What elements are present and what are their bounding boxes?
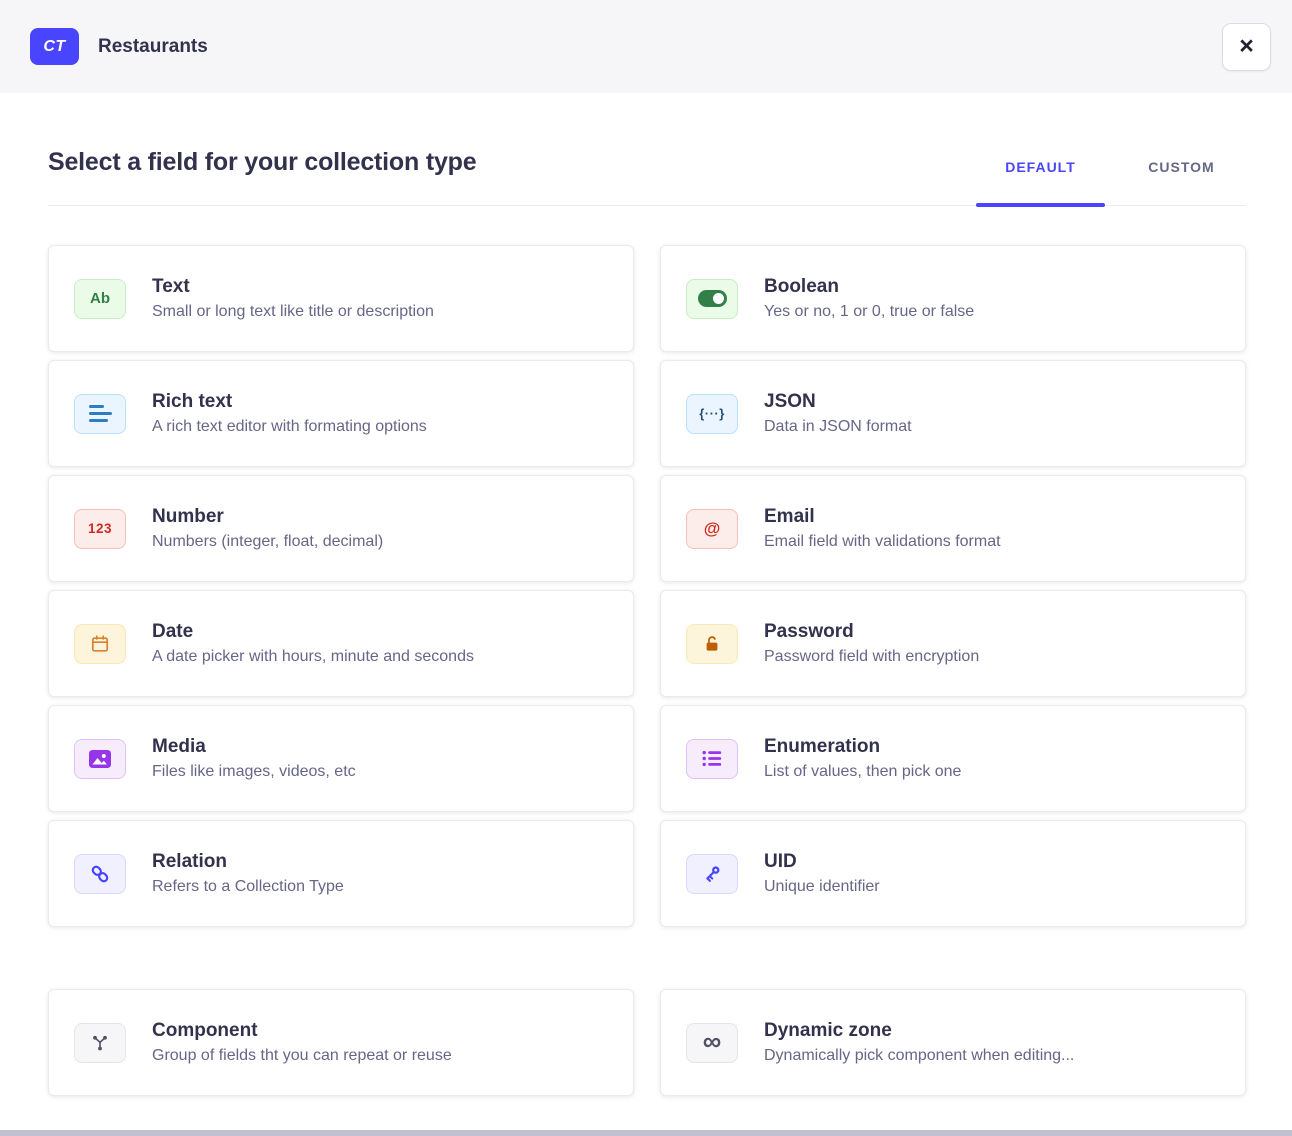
field-card-text: Email Email field with validations format	[764, 507, 1001, 551]
field-title: Relation	[152, 852, 344, 872]
email-at-icon: @	[704, 520, 721, 537]
field-card-text: Enumeration List of values, then pick one	[764, 737, 961, 781]
field-card-boolean[interactable]: Boolean Yes or no, 1 or 0, true or false	[660, 245, 1246, 352]
field-title: Rich text	[152, 392, 427, 412]
field-description: Group of fields tht you can repeat or re…	[152, 1046, 452, 1065]
field-description: Numbers (integer, float, decimal)	[152, 532, 383, 551]
title-row: Select a field for your collection type …	[48, 93, 1246, 177]
component-nodes-icon	[90, 1033, 110, 1053]
field-card-text: UID Unique identifier	[764, 852, 880, 896]
field-description: Dynamically pick component when editing.…	[764, 1046, 1074, 1065]
rich-text-lines-icon	[89, 405, 112, 422]
boolean-icon-box	[686, 279, 738, 319]
field-card-media[interactable]: Media Files like images, videos, etc	[48, 705, 634, 812]
field-card-relation[interactable]: Relation Refers to a Collection Type	[48, 820, 634, 927]
field-card-email[interactable]: @ Email Email field with validations forma…	[660, 475, 1246, 582]
tab-default[interactable]: DEFAULT	[976, 159, 1105, 177]
field-card-text: Number Numbers (integer, float, decimal)	[152, 507, 383, 551]
email-icon-box: @	[686, 509, 738, 549]
field-card-password[interactable]: Password Password field with encryption	[660, 590, 1246, 697]
bullet-list-icon	[702, 750, 722, 767]
field-title: Number	[152, 507, 383, 527]
field-title: Media	[152, 737, 356, 757]
field-description: Email field with validations format	[764, 532, 1001, 551]
collection-type-badge: CT	[30, 28, 79, 65]
date-icon-box	[74, 624, 126, 664]
field-card-text: Password Password field with encryption	[764, 622, 979, 666]
close-icon: ×	[1239, 34, 1254, 59]
dynamic-zone-icon-box: ∞	[686, 1023, 738, 1063]
calendar-icon	[90, 634, 110, 654]
rich-text-icon-box	[74, 394, 126, 434]
chain-link-icon	[88, 862, 112, 886]
toggle-on-icon	[698, 290, 727, 307]
uid-icon-box	[686, 854, 738, 894]
field-description: Files like images, videos, etc	[152, 762, 356, 781]
page-title: Select a field for your collection type	[48, 148, 476, 177]
number-icon-box: 123	[74, 509, 126, 549]
key-icon	[701, 863, 723, 885]
close-button[interactable]: ×	[1222, 23, 1271, 71]
infinity-icon: ∞	[703, 1031, 722, 1054]
field-title: Dynamic zone	[764, 1021, 1074, 1041]
lock-icon	[702, 634, 722, 654]
field-description: Password field with encryption	[764, 647, 979, 666]
tab-custom[interactable]: CUSTOM	[1117, 159, 1246, 177]
modal-header: CT Restaurants ×	[0, 0, 1292, 93]
picture-icon	[89, 750, 111, 768]
field-card-text: Boolean Yes or no, 1 or 0, true or false	[764, 277, 974, 321]
field-description: A rich text editor with formating option…	[152, 417, 427, 436]
default-fields-grid: Ab Text Small or long text like title or d…	[48, 245, 1246, 927]
field-card-text: Relation Refers to a Collection Type	[152, 852, 344, 896]
field-description: Refers to a Collection Type	[152, 877, 344, 896]
collection-type-badge-label: CT	[43, 38, 65, 56]
field-title: Email	[764, 507, 1001, 527]
field-card-number[interactable]: 123 Number Numbers (integer, float, decima…	[48, 475, 634, 582]
field-title: Enumeration	[764, 737, 961, 757]
field-description: Yes or no, 1 or 0, true or false	[764, 302, 974, 321]
json-icon-box: {···}	[686, 394, 738, 434]
horizontal-scrollbar[interactable]	[0, 1130, 1292, 1136]
field-card-text: Media Files like images, videos, etc	[152, 737, 356, 781]
modal-body: Select a field for your collection type …	[0, 93, 1292, 1096]
field-description: Unique identifier	[764, 877, 880, 896]
text-icon-box: Ab	[74, 279, 126, 319]
number-123-icon: 123	[88, 522, 112, 536]
field-title: UID	[764, 852, 880, 872]
field-card-text: Text Small or long text like title or des…	[152, 277, 434, 321]
field-card-date[interactable]: Date A date picker with hours, minute and…	[48, 590, 634, 697]
collection-title: Restaurants	[98, 36, 208, 58]
field-card-rich-text[interactable]: Rich text A rich text editor with formati…	[48, 360, 634, 467]
media-icon-box	[74, 739, 126, 779]
field-title: Component	[152, 1021, 452, 1041]
field-title: Text	[152, 277, 434, 297]
advanced-fields-grid: Component Group of fields tht you can rep…	[48, 989, 1246, 1096]
component-icon-box	[74, 1023, 126, 1063]
tabs: DEFAULT CUSTOM	[976, 159, 1246, 177]
enumeration-icon-box	[686, 739, 738, 779]
field-card-text: Rich text A rich text editor with formati…	[152, 392, 427, 436]
field-card-text: Component Group of fields tht you can rep…	[152, 1021, 452, 1065]
field-description: Small or long text like title or descrip…	[152, 302, 434, 321]
field-card-enumeration[interactable]: Enumeration List of values, then pick one	[660, 705, 1246, 812]
field-title: JSON	[764, 392, 912, 412]
field-title: Password	[764, 622, 979, 642]
field-title: Date	[152, 622, 474, 642]
ab-text-icon: Ab	[90, 291, 110, 306]
field-description: List of values, then pick one	[764, 762, 961, 781]
json-braces-icon: {···}	[699, 407, 725, 420]
field-card-uid[interactable]: UID Unique identifier	[660, 820, 1246, 927]
relation-icon-box	[74, 854, 126, 894]
field-description: Data in JSON format	[764, 417, 912, 436]
field-card-dynamic-zone[interactable]: ∞ Dynamic zone Dynamically pick component …	[660, 989, 1246, 1096]
field-card-text: JSON Data in JSON format	[764, 392, 912, 436]
field-description: A date picker with hours, minute and sec…	[152, 647, 474, 666]
field-card-json[interactable]: {···} JSON Data in JSON format	[660, 360, 1246, 467]
field-card-text[interactable]: Ab Text Small or long text like title or d…	[48, 245, 634, 352]
field-card-component[interactable]: Component Group of fields tht you can rep…	[48, 989, 634, 1096]
field-card-text: Date A date picker with hours, minute and…	[152, 622, 474, 666]
field-card-text: Dynamic zone Dynamically pick component w…	[764, 1021, 1074, 1065]
field-title: Boolean	[764, 277, 974, 297]
password-icon-box	[686, 624, 738, 664]
